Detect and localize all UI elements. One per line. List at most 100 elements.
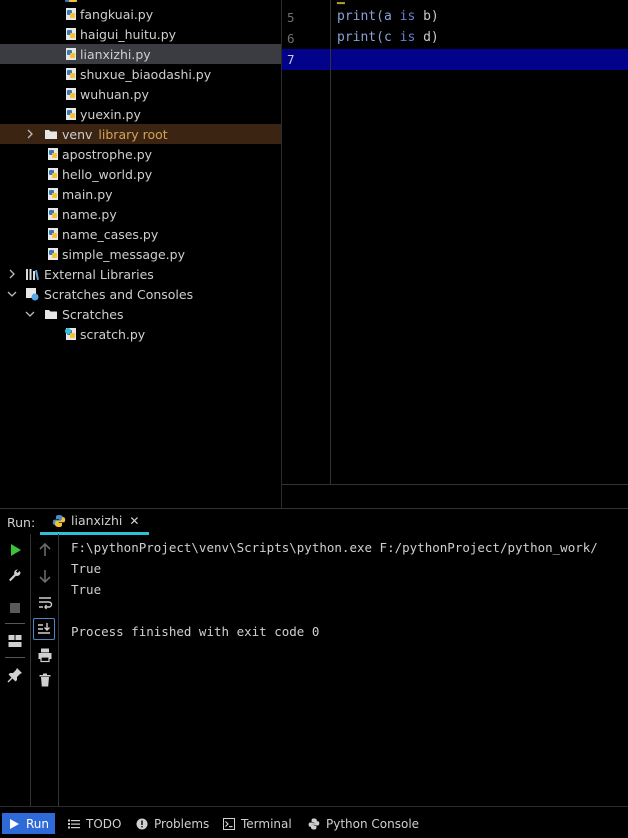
tree-item-label: haigui_huitu.py bbox=[80, 26, 177, 42]
tree-item-label: main.py bbox=[62, 186, 113, 202]
code-text: print(a bbox=[337, 9, 400, 24]
run-toolbar-primary bbox=[0, 534, 31, 806]
close-icon[interactable]: ✕ bbox=[129, 514, 139, 528]
terminal-tool-label: Terminal bbox=[241, 816, 292, 831]
console-line: True bbox=[71, 582, 102, 597]
tree-item-yuexin[interactable]: yuexin.py bbox=[0, 104, 281, 124]
tree-item-hello-world[interactable]: hello_world.py bbox=[0, 164, 281, 184]
tree-item-main[interactable]: main.py bbox=[0, 184, 281, 204]
python-file-icon bbox=[64, 87, 78, 101]
tree-item-label: fangkuai.py bbox=[80, 6, 154, 22]
python-file-icon bbox=[46, 147, 60, 161]
tree-item-label: simple_message.py bbox=[62, 246, 185, 262]
python-file-icon bbox=[64, 0, 78, 3]
code-text: d) bbox=[415, 30, 439, 45]
code-line[interactable]: print(c is d) bbox=[337, 30, 439, 45]
tree-item-label: yuexin.py bbox=[80, 106, 141, 122]
folder-icon bbox=[44, 307, 58, 321]
chevron-right-icon[interactable] bbox=[25, 129, 35, 139]
python-file-icon bbox=[46, 187, 60, 201]
print-icon[interactable] bbox=[35, 645, 55, 665]
keyword: is bbox=[399, 9, 416, 24]
arrow-down-icon[interactable] bbox=[35, 566, 55, 586]
toolbar-separator bbox=[5, 657, 25, 658]
tree-item-label: scratch.py bbox=[80, 326, 146, 342]
run-tab-lianxizhi[interactable]: lianxizhi ✕ bbox=[40, 509, 150, 535]
line-number-partial: 4 bbox=[282, 0, 322, 3]
code-line[interactable]: print(a is b) bbox=[337, 9, 439, 24]
code-text: print(c bbox=[337, 30, 400, 45]
tree-item-label: wuhuan.py bbox=[80, 86, 149, 102]
tree-item-label: External Libraries bbox=[44, 266, 154, 282]
tree-item-label: Scratches and Consoles bbox=[44, 286, 194, 302]
chevron-right-icon[interactable] bbox=[7, 269, 17, 279]
python-file-icon bbox=[64, 67, 78, 81]
python-scratch-icon bbox=[64, 327, 78, 341]
python-file-icon bbox=[46, 167, 60, 181]
tree-item-fangkuai[interactable]: fangkuai.py bbox=[0, 4, 281, 24]
rerun-icon[interactable] bbox=[5, 540, 25, 560]
python-file-icon bbox=[46, 207, 60, 221]
line-number-current: 7 bbox=[287, 52, 295, 67]
tree-item-name-cases[interactable]: name_cases.py bbox=[0, 224, 281, 244]
tree-item-lianxizhi[interactable]: lianxizhi.py bbox=[0, 44, 281, 64]
tree-item-label: apostrophe.py bbox=[62, 146, 153, 162]
console-output[interactable]: F:\pythonProject\venv\Scripts\python.exe… bbox=[59, 534, 628, 806]
python-icon bbox=[308, 818, 320, 829]
stop-icon[interactable] bbox=[5, 598, 25, 618]
layout-icon[interactable] bbox=[5, 631, 25, 651]
python-file-icon bbox=[52, 514, 66, 528]
toolbar-separator bbox=[5, 623, 25, 624]
tree-item-simple-message[interactable]: simple_message.py bbox=[0, 244, 281, 264]
tree-item-apostrophe[interactable]: apostrophe.py bbox=[0, 144, 281, 164]
library-icon bbox=[25, 267, 39, 281]
chevron-down-icon[interactable] bbox=[25, 309, 35, 319]
run-tab-label: lianxizhi bbox=[71, 513, 123, 528]
problems-tool-button[interactable]: Problems bbox=[130, 813, 215, 834]
scroll-to-end-icon[interactable] bbox=[33, 618, 55, 640]
run-tool-window-header: Run: lianxizhi ✕ bbox=[0, 508, 628, 535]
horizontal-scrollbar[interactable] bbox=[282, 484, 628, 485]
arrow-up-icon[interactable] bbox=[35, 540, 55, 560]
python-file-icon bbox=[64, 107, 78, 121]
pin-icon[interactable] bbox=[5, 665, 25, 685]
terminal-tool-button[interactable]: Terminal bbox=[217, 813, 298, 834]
bottom-tool-strip: Run TODO Problems Terminal Python Consol… bbox=[0, 806, 628, 838]
run-title: Run: bbox=[7, 515, 36, 530]
python-file-icon bbox=[64, 47, 78, 61]
wrench-icon[interactable] bbox=[5, 566, 25, 586]
info-icon bbox=[136, 818, 148, 829]
python-file-icon bbox=[46, 247, 60, 261]
project-tree-panel: fangkuai.py haigui_huitu.py lianxizhi.py… bbox=[0, 0, 282, 508]
run-toolbar-secondary bbox=[31, 534, 59, 806]
chevron-down-icon[interactable] bbox=[7, 289, 17, 299]
run-icon bbox=[10, 818, 19, 829]
tree-item-label: venv bbox=[62, 126, 93, 142]
tree-item-scratches[interactable]: Scratches bbox=[0, 304, 281, 324]
python-console-tool-button[interactable]: Python Console bbox=[302, 813, 425, 834]
tree-item-name[interactable]: name.py bbox=[0, 204, 281, 224]
tree-item-label: shuxue_biaodashi.py bbox=[80, 66, 212, 82]
python-file-icon bbox=[46, 227, 60, 241]
tree-item-scratches-and-consoles[interactable]: Scratches and Consoles bbox=[0, 284, 281, 304]
python-console-tool-label: Python Console bbox=[326, 816, 420, 831]
todo-tool-label: TODO bbox=[86, 816, 122, 831]
console-line-command: F:\pythonProject\venv\Scripts\python.exe… bbox=[71, 540, 598, 555]
folder-icon bbox=[44, 127, 58, 141]
python-file-icon bbox=[64, 7, 78, 21]
code-editor[interactable]: 4 5 6 7 ▁^ print(a is b) print(c is d) bbox=[282, 0, 628, 508]
keyword: is bbox=[399, 30, 416, 45]
code-line-partial: ▁^ bbox=[337, 0, 353, 5]
line-number-gutter: 4 5 6 7 bbox=[282, 0, 331, 484]
tree-item-venv[interactable]: venv library root bbox=[0, 124, 281, 144]
tree-item-shuxue-biaodashi[interactable]: shuxue_biaodashi.py bbox=[0, 64, 281, 84]
trash-icon[interactable] bbox=[35, 670, 55, 690]
tree-item-wuhuan[interactable]: wuhuan.py bbox=[0, 84, 281, 104]
tree-item-haigui-huitu[interactable]: haigui_huitu.py bbox=[0, 24, 281, 44]
run-tool-button[interactable]: Run bbox=[2, 813, 56, 834]
todo-tool-button[interactable]: TODO bbox=[62, 813, 127, 834]
library-root-tag: library root bbox=[98, 126, 168, 142]
soft-wrap-icon[interactable] bbox=[35, 593, 55, 613]
tree-item-scratch[interactable]: scratch.py bbox=[0, 324, 281, 344]
tree-item-external-libraries[interactable]: External Libraries bbox=[0, 264, 281, 284]
